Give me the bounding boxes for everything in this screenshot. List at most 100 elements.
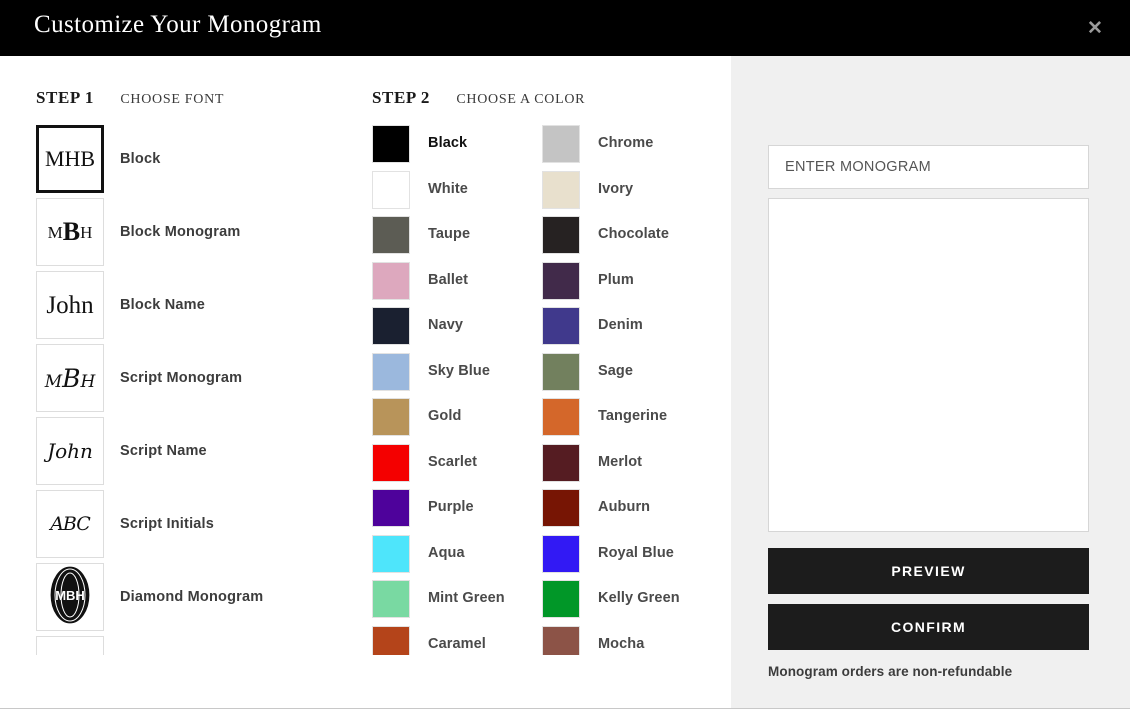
color-option-label: Mint Green [428, 590, 505, 606]
color-option-row[interactable]: Tangerine [542, 398, 712, 444]
font-option-row[interactable]: John Block Name [36, 271, 360, 344]
font-option-row[interactable] [36, 636, 360, 655]
font-sample-glyph: MBH [47, 565, 93, 629]
color-swatch[interactable] [372, 489, 410, 527]
font-option-row[interactable]: John Script Name [36, 417, 360, 490]
color-option-row[interactable]: Gold [372, 398, 542, 444]
font-option-label: Block [120, 151, 161, 167]
font-sample-glyph: MBH [44, 363, 96, 393]
refund-policy-note: Monogram orders are non-refundable [768, 664, 1013, 679]
color-option-row[interactable]: Mint Green [372, 580, 542, 626]
color-swatch[interactable] [372, 580, 410, 618]
font-sample-glyph: MHB [44, 146, 96, 171]
monogram-preview-area [768, 198, 1089, 532]
font-option-list[interactable]: MHB Block MBH Block Monogram John Block Name M… [0, 125, 360, 655]
close-icon[interactable]: ✕ [1082, 16, 1108, 42]
step-2-heading: STEP 2 CHOOSE A COLOR [372, 88, 585, 108]
font-sample-thumbnail[interactable]: ABC [36, 490, 104, 558]
color-option-row[interactable]: Sage [542, 352, 712, 399]
color-swatch[interactable] [542, 398, 580, 436]
color-option-row[interactable]: Purple [372, 489, 542, 535]
font-sample-thumbnail[interactable] [36, 636, 104, 655]
preview-button[interactable]: PREVIEW [768, 548, 1089, 594]
font-option-row[interactable]: MBH Diamond Monogram [36, 563, 360, 636]
color-option-row[interactable]: Merlot [542, 443, 712, 490]
color-option-row[interactable]: Royal Blue [542, 534, 712, 581]
font-sample-thumbnail[interactable]: John [36, 417, 104, 485]
color-option-row[interactable]: Scarlet [372, 443, 542, 490]
color-swatch[interactable] [542, 307, 580, 345]
color-option-row[interactable]: Caramel [372, 625, 542, 655]
color-swatch[interactable] [372, 216, 410, 254]
color-option-row[interactable]: White [372, 170, 542, 217]
color-swatch[interactable] [372, 625, 410, 655]
color-swatch[interactable] [542, 352, 580, 391]
modal-titlebar: Customize Your Monogram ✕ [0, 0, 1130, 56]
diamond-monogram-icon: MBH [49, 565, 91, 625]
color-option-label: White [428, 180, 468, 197]
color-swatch[interactable] [542, 170, 580, 209]
color-swatch[interactable] [542, 216, 580, 254]
color-swatch[interactable] [542, 625, 580, 655]
color-option-row[interactable]: Chocolate [542, 216, 712, 262]
color-option-list[interactable]: Black Chrome White Ivory Taupe Chocolate Balle… [360, 125, 731, 655]
color-swatch[interactable] [372, 443, 410, 482]
color-option-label: Ballet [428, 271, 469, 288]
color-option-label: Gold [428, 408, 462, 424]
font-option-row[interactable]: MBH Block Monogram [36, 198, 360, 271]
color-swatch[interactable] [372, 170, 410, 209]
color-option-row[interactable]: Kelly Green [542, 580, 712, 626]
customize-monogram-modal: Customize Your Monogram ✕ STEP 1 CHOOSE … [0, 0, 1130, 709]
color-swatch[interactable] [372, 261, 410, 300]
font-sample-thumbnail[interactable]: MBH [36, 344, 104, 412]
color-option-row[interactable]: Sky Blue [372, 352, 542, 399]
font-option-row[interactable]: MBH Script Monogram [36, 344, 360, 417]
color-option-row[interactable]: Ivory [542, 170, 712, 217]
color-option-label: Mocha [598, 635, 645, 652]
color-option-row[interactable]: Mocha [542, 625, 712, 655]
font-sample-thumbnail[interactable]: John [36, 271, 104, 339]
color-swatch[interactable] [372, 534, 410, 573]
color-option-row[interactable]: Chrome [542, 125, 712, 171]
modal-title: Customize Your Monogram [34, 11, 322, 38]
color-option-label: Chrome [598, 135, 654, 151]
font-option-label: Script Initials [120, 516, 215, 532]
color-swatch[interactable] [542, 125, 580, 163]
monogram-input[interactable] [768, 145, 1089, 189]
color-swatch[interactable] [372, 352, 410, 391]
color-option-label: Purple [428, 499, 474, 515]
color-option-row[interactable]: Black [372, 125, 542, 171]
color-option-label: Auburn [598, 499, 651, 515]
font-option-row[interactable]: ABC Script Initials [36, 490, 360, 563]
color-swatch[interactable] [542, 489, 580, 527]
font-sample-glyph: MBH [47, 217, 93, 246]
font-sample-thumbnail[interactable]: MBH [36, 563, 104, 631]
color-option-label: Kelly Green [598, 590, 680, 606]
step-2-caption: CHOOSE A COLOR [456, 92, 586, 107]
color-option-label: Chocolate [598, 226, 669, 242]
color-option-row[interactable]: Navy [372, 307, 542, 353]
color-swatch[interactable] [542, 534, 580, 573]
color-swatch[interactable] [542, 443, 580, 482]
font-option-label: Block Name [120, 297, 206, 313]
color-option-row[interactable]: Ballet [372, 261, 542, 308]
color-option-label: Royal Blue [598, 544, 674, 561]
confirm-button[interactable]: CONFIRM [768, 604, 1089, 650]
font-option-row[interactable]: MHB Block [36, 125, 360, 198]
step-1-heading: STEP 1 CHOOSE FONT [36, 88, 224, 108]
color-swatch[interactable] [372, 125, 410, 163]
font-sample-glyph: John [47, 439, 93, 463]
color-swatch[interactable] [542, 261, 580, 300]
color-option-row[interactable]: Aqua [372, 534, 542, 581]
color-option-row[interactable]: Auburn [542, 489, 712, 535]
color-swatch[interactable] [372, 398, 410, 436]
font-option-label: Script Monogram [120, 370, 243, 386]
color-option-row[interactable]: Plum [542, 261, 712, 308]
color-option-label: Scarlet [428, 453, 478, 470]
color-option-row[interactable]: Denim [542, 307, 712, 353]
font-sample-thumbnail[interactable]: MHB [36, 125, 104, 193]
color-option-row[interactable]: Taupe [372, 216, 542, 262]
color-swatch[interactable] [372, 307, 410, 345]
font-sample-thumbnail[interactable]: MBH [36, 198, 104, 266]
color-swatch[interactable] [542, 580, 580, 618]
